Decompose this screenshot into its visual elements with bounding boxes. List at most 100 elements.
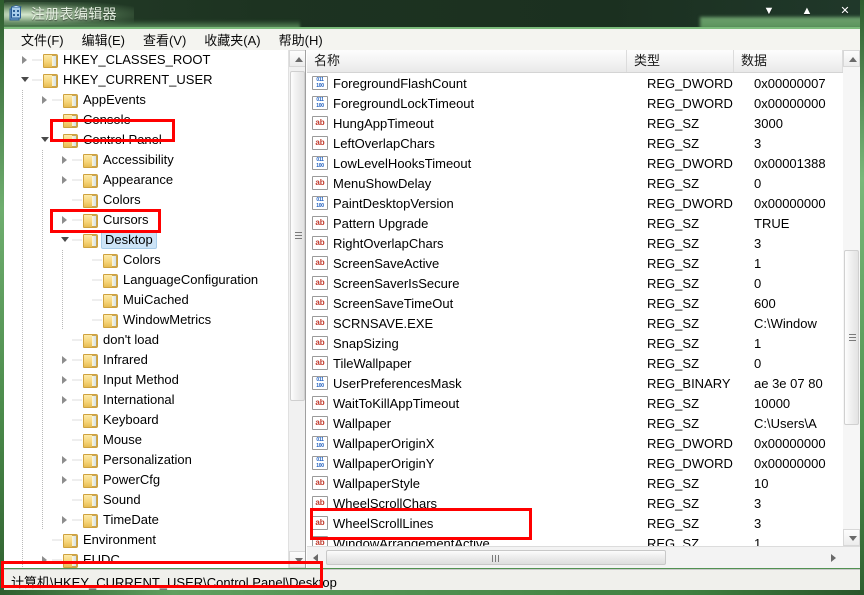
tree-node[interactable]: Environment bbox=[4, 530, 289, 550]
chevron-down-icon[interactable] bbox=[38, 130, 52, 150]
chevron-right-icon[interactable] bbox=[58, 390, 72, 410]
chevron-right-icon[interactable] bbox=[18, 50, 32, 70]
tree-node[interactable]: MuiCached bbox=[4, 290, 289, 310]
value-row[interactable]: ab ScreenSaverIsSecure REG_SZ 0 bbox=[307, 273, 843, 293]
value-name: TileWallpaper bbox=[333, 355, 412, 371]
value-row[interactable]: 011 100 PaintDesktopVersion REG_DWORD 0x0000… bbox=[307, 193, 843, 213]
title-bar[interactable]: 注册表编辑器 ▼ ▲ ✕ bbox=[0, 0, 864, 27]
value-row[interactable]: 011 100 WallpaperOriginX REG_DWORD 0x0000000… bbox=[307, 433, 843, 453]
list-scroll-down-button[interactable] bbox=[843, 529, 860, 546]
chevron-right-icon[interactable] bbox=[58, 450, 72, 470]
tree-node[interactable]: Accessibility bbox=[4, 150, 289, 170]
value-row[interactable]: 011 100 UserPreferencesMask REG_BINARY ae 3e… bbox=[307, 373, 843, 393]
tree-node[interactable]: Infrared bbox=[4, 350, 289, 370]
titlebar-smudge-overlay bbox=[0, 20, 300, 27]
menu-view[interactable]: 查看(V) bbox=[134, 29, 195, 51]
tree-node[interactable]: Mouse bbox=[4, 430, 289, 450]
value-row[interactable]: 011 100 ForegroundLockTimeout REG_DWORD 0x00… bbox=[307, 93, 843, 113]
tree-node[interactable]: Cursors bbox=[4, 210, 289, 230]
value-row[interactable]: ab WindowArrangementActive REG_SZ 1 bbox=[307, 533, 843, 546]
value-row[interactable]: ab WaitToKillAppTimeout REG_SZ 10000 bbox=[307, 393, 843, 413]
value-row[interactable]: ab WheelScrollChars REG_SZ 3 bbox=[307, 493, 843, 513]
value-row[interactable]: ab RightOverlapChars REG_SZ 3 bbox=[307, 233, 843, 253]
tree-guide-line bbox=[22, 510, 23, 530]
tree-node[interactable]: Sound bbox=[4, 490, 289, 510]
column-header-name[interactable]: 名称 bbox=[307, 50, 627, 72]
chevron-down-icon[interactable] bbox=[58, 230, 72, 250]
tree-node[interactable]: WindowMetrics bbox=[4, 310, 289, 330]
tree-node[interactable]: International bbox=[4, 390, 289, 410]
tree-node[interactable]: Colors bbox=[4, 190, 289, 210]
tree-scrollbar-thumb[interactable] bbox=[290, 71, 305, 401]
menu-edit[interactable]: 编辑(E) bbox=[73, 29, 134, 51]
menu-file[interactable]: 文件(F) bbox=[12, 29, 73, 51]
value-row[interactable]: ab WallpaperStyle REG_SZ 10 bbox=[307, 473, 843, 493]
tree-scroll-up-button[interactable] bbox=[289, 50, 305, 67]
chevron-down-icon[interactable] bbox=[18, 70, 32, 90]
tree-node[interactable]: PowerCfg bbox=[4, 470, 289, 490]
chevron-right-icon[interactable] bbox=[38, 550, 52, 568]
tree-node[interactable]: Appearance bbox=[4, 170, 289, 190]
list-vertical-scrollbar[interactable] bbox=[843, 50, 860, 546]
menu-help[interactable]: 帮助(H) bbox=[270, 29, 332, 51]
tree-node[interactable]: Desktop bbox=[4, 230, 289, 250]
registry-tree[interactable]: HKEY_CLASSES_ROOT HKEY_CURRENT_USER AppEve… bbox=[4, 50, 289, 568]
value-row[interactable]: ab MenuShowDelay REG_SZ 0 bbox=[307, 173, 843, 193]
tree-scroll-down-button[interactable] bbox=[289, 551, 305, 568]
chevron-right-icon[interactable] bbox=[38, 90, 52, 110]
list-scroll-left-button[interactable] bbox=[308, 549, 325, 566]
tree-node[interactable]: HKEY_CLASSES_ROOT bbox=[4, 50, 289, 70]
tree-node[interactable]: don't load bbox=[4, 330, 289, 350]
list-scroll-up-button[interactable] bbox=[843, 50, 860, 67]
column-header-type[interactable]: 类型 bbox=[627, 50, 734, 72]
tree-node[interactable]: Input Method bbox=[4, 370, 289, 390]
value-row[interactable]: 011 100 WallpaperOriginY REG_DWORD 0x0000000… bbox=[307, 453, 843, 473]
tree-node[interactable]: LanguageConfiguration bbox=[4, 270, 289, 290]
value-row[interactable]: ab Pattern Upgrade REG_SZ TRUE bbox=[307, 213, 843, 233]
column-header-data[interactable]: 数据 bbox=[734, 50, 843, 72]
tree-node[interactable]: AppEvents bbox=[4, 90, 289, 110]
chevron-right-icon[interactable] bbox=[58, 150, 72, 170]
registry-tree-pane[interactable]: HKEY_CLASSES_ROOT HKEY_CURRENT_USER AppEve… bbox=[4, 50, 306, 568]
value-row[interactable]: ab SCRNSAVE.EXE REG_SZ C:\Window bbox=[307, 313, 843, 333]
list-scrollbar-thumb[interactable] bbox=[844, 250, 859, 425]
value-row[interactable]: ab Wallpaper REG_SZ C:\Users\A bbox=[307, 413, 843, 433]
tree-connector-icon bbox=[72, 370, 82, 390]
menu-favorites[interactable]: 收藏夹(A) bbox=[195, 29, 269, 51]
chevron-right-icon[interactable] bbox=[58, 370, 72, 390]
values-list[interactable]: 011 100 ForegroundFlashCount REG_DWORD 0x000… bbox=[307, 73, 843, 546]
value-row[interactable]: 011 100 ForegroundFlashCount REG_DWORD 0x000… bbox=[307, 73, 843, 93]
string-value-icon: ab bbox=[312, 136, 328, 150]
value-row[interactable]: ab WheelScrollLines REG_SZ 3 bbox=[307, 513, 843, 533]
value-row[interactable]: ab LeftOverlapChars REG_SZ 3 bbox=[307, 133, 843, 153]
tree-node[interactable]: Colors bbox=[4, 250, 289, 270]
tree-node[interactable]: HKEY_CURRENT_USER bbox=[4, 70, 289, 90]
chevron-right-icon[interactable] bbox=[58, 510, 72, 530]
string-value-icon: ab bbox=[312, 416, 328, 430]
registry-values-pane[interactable]: 名称 类型 数据 011 100 ForegroundFlashCount REG_DWO… bbox=[307, 50, 860, 568]
list-hscrollbar-thumb[interactable] bbox=[326, 550, 666, 565]
tree-guide-line bbox=[42, 250, 43, 270]
tree-node[interactable]: TimeDate bbox=[4, 510, 289, 530]
list-scroll-right-button[interactable] bbox=[825, 549, 842, 566]
string-value-icon: ab bbox=[312, 396, 328, 410]
tree-node[interactable]: Console bbox=[4, 110, 289, 130]
value-row[interactable]: ab HungAppTimeout REG_SZ 3000 bbox=[307, 113, 843, 133]
value-row[interactable]: 011 100 LowLevelHooksTimeout REG_DWORD 0x000… bbox=[307, 153, 843, 173]
value-row[interactable]: ab SnapSizing REG_SZ 1 bbox=[307, 333, 843, 353]
value-row[interactable]: ab ScreenSaveTimeOut REG_SZ 600 bbox=[307, 293, 843, 313]
tree-connector-icon bbox=[52, 550, 62, 568]
tree-node[interactable]: Control Panel bbox=[4, 130, 289, 150]
tree-vertical-scrollbar[interactable] bbox=[288, 50, 305, 568]
tree-node[interactable]: EUDC bbox=[4, 550, 289, 568]
chevron-right-icon[interactable] bbox=[58, 210, 72, 230]
chevron-right-icon[interactable] bbox=[58, 350, 72, 370]
tree-node[interactable]: Keyboard bbox=[4, 410, 289, 430]
tree-node[interactable]: Personalization bbox=[4, 450, 289, 470]
value-row[interactable]: ab TileWallpaper REG_SZ 0 bbox=[307, 353, 843, 373]
list-horizontal-scrollbar[interactable] bbox=[307, 546, 860, 568]
chevron-right-icon[interactable] bbox=[58, 170, 72, 190]
value-row[interactable]: ab ScreenSaveActive REG_SZ 1 bbox=[307, 253, 843, 273]
chevron-right-icon[interactable] bbox=[58, 470, 72, 490]
